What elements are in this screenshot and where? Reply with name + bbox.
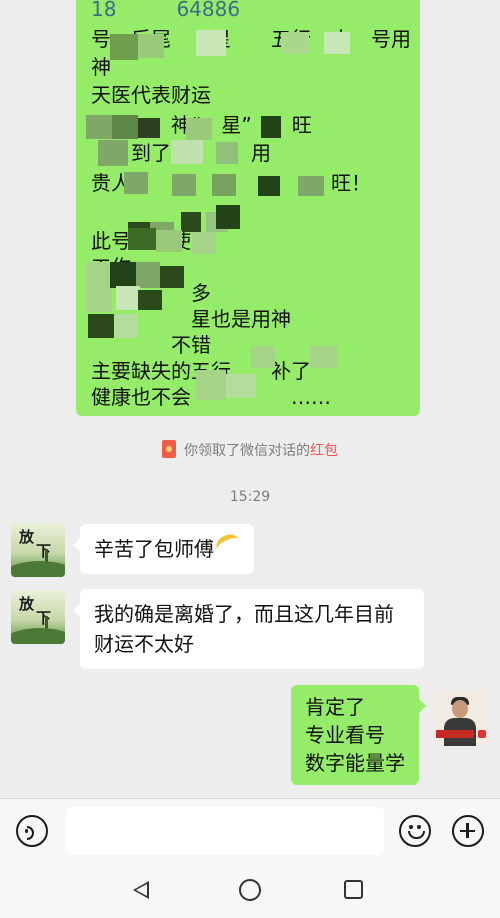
message-text-line: 我的确是离婚了，而且这几年目前 bbox=[94, 602, 394, 626]
emoji-eye bbox=[417, 825, 421, 829]
voice-icon[interactable] bbox=[16, 815, 48, 847]
banana-emoji-icon bbox=[213, 530, 243, 559]
self-avatar[interactable] bbox=[433, 690, 489, 746]
message-line: 天医代表财运 bbox=[91, 83, 211, 107]
avatar-red-banner bbox=[436, 730, 474, 738]
avatar-char: 下 bbox=[36, 542, 52, 560]
self-message-bubble-pixelated[interactable]: 18 64886 号 后尾 星 五行 土 号用 神 天医代表财运 神“ 星” 旺… bbox=[76, 0, 420, 416]
avatar-seal-icon bbox=[478, 730, 486, 738]
avatar-char: 放 bbox=[19, 595, 35, 613]
system-nav-bar bbox=[0, 862, 500, 918]
red-packet-notice[interactable]: 你领取了微信对话的红包 bbox=[0, 440, 500, 460]
message-line: 18 64886 bbox=[91, 0, 241, 21]
message-timestamp: 15:29 bbox=[229, 489, 271, 505]
message-line: 神 bbox=[91, 55, 111, 79]
avatar-hill-icon bbox=[11, 628, 65, 644]
avatar-head-shape bbox=[452, 700, 468, 718]
plus-icon[interactable] bbox=[452, 815, 484, 847]
chat-area: 18 64886 号 后尾 星 五行 土 号用 神 天医代表财运 神“ 星” 旺… bbox=[0, 0, 500, 798]
message-text-line: 数字能量学 bbox=[305, 751, 405, 775]
message-text-line: 专业看号 bbox=[305, 723, 385, 747]
recent-apps-icon[interactable] bbox=[344, 880, 363, 899]
back-icon[interactable] bbox=[133, 881, 149, 899]
message-input[interactable] bbox=[66, 807, 384, 855]
emoji-mouth bbox=[408, 831, 425, 839]
self-message-bubble[interactable]: 肯定了 专业看号 数字能量学 bbox=[291, 685, 426, 785]
emoji-icon[interactable] bbox=[399, 815, 431, 847]
avatar-char: 下 bbox=[36, 609, 52, 627]
red-packet-link[interactable]: 红包 bbox=[310, 443, 338, 459]
home-icon[interactable] bbox=[239, 879, 261, 901]
message-input-bar bbox=[0, 798, 500, 863]
red-packet-notice-text: 你领取了微信对话的 bbox=[184, 443, 310, 459]
contact-avatar[interactable]: 放 下 bbox=[11, 523, 65, 577]
avatar-hill-icon bbox=[11, 561, 65, 577]
message-text-line: 财运不太好 bbox=[94, 632, 194, 656]
red-envelope-icon bbox=[162, 440, 176, 458]
other-message-bubble[interactable]: 辛苦了包师傅 bbox=[73, 524, 254, 574]
other-message-bubble[interactable]: 我的确是离婚了，而且这几年目前 财运不太好 bbox=[73, 589, 424, 669]
emoji-eye bbox=[409, 825, 413, 829]
avatar-char: 放 bbox=[19, 528, 35, 546]
contact-avatar[interactable]: 放 下 bbox=[11, 590, 65, 644]
message-text-line: 肯定了 bbox=[305, 695, 365, 719]
message-text: 辛苦了包师傅 bbox=[94, 537, 214, 561]
